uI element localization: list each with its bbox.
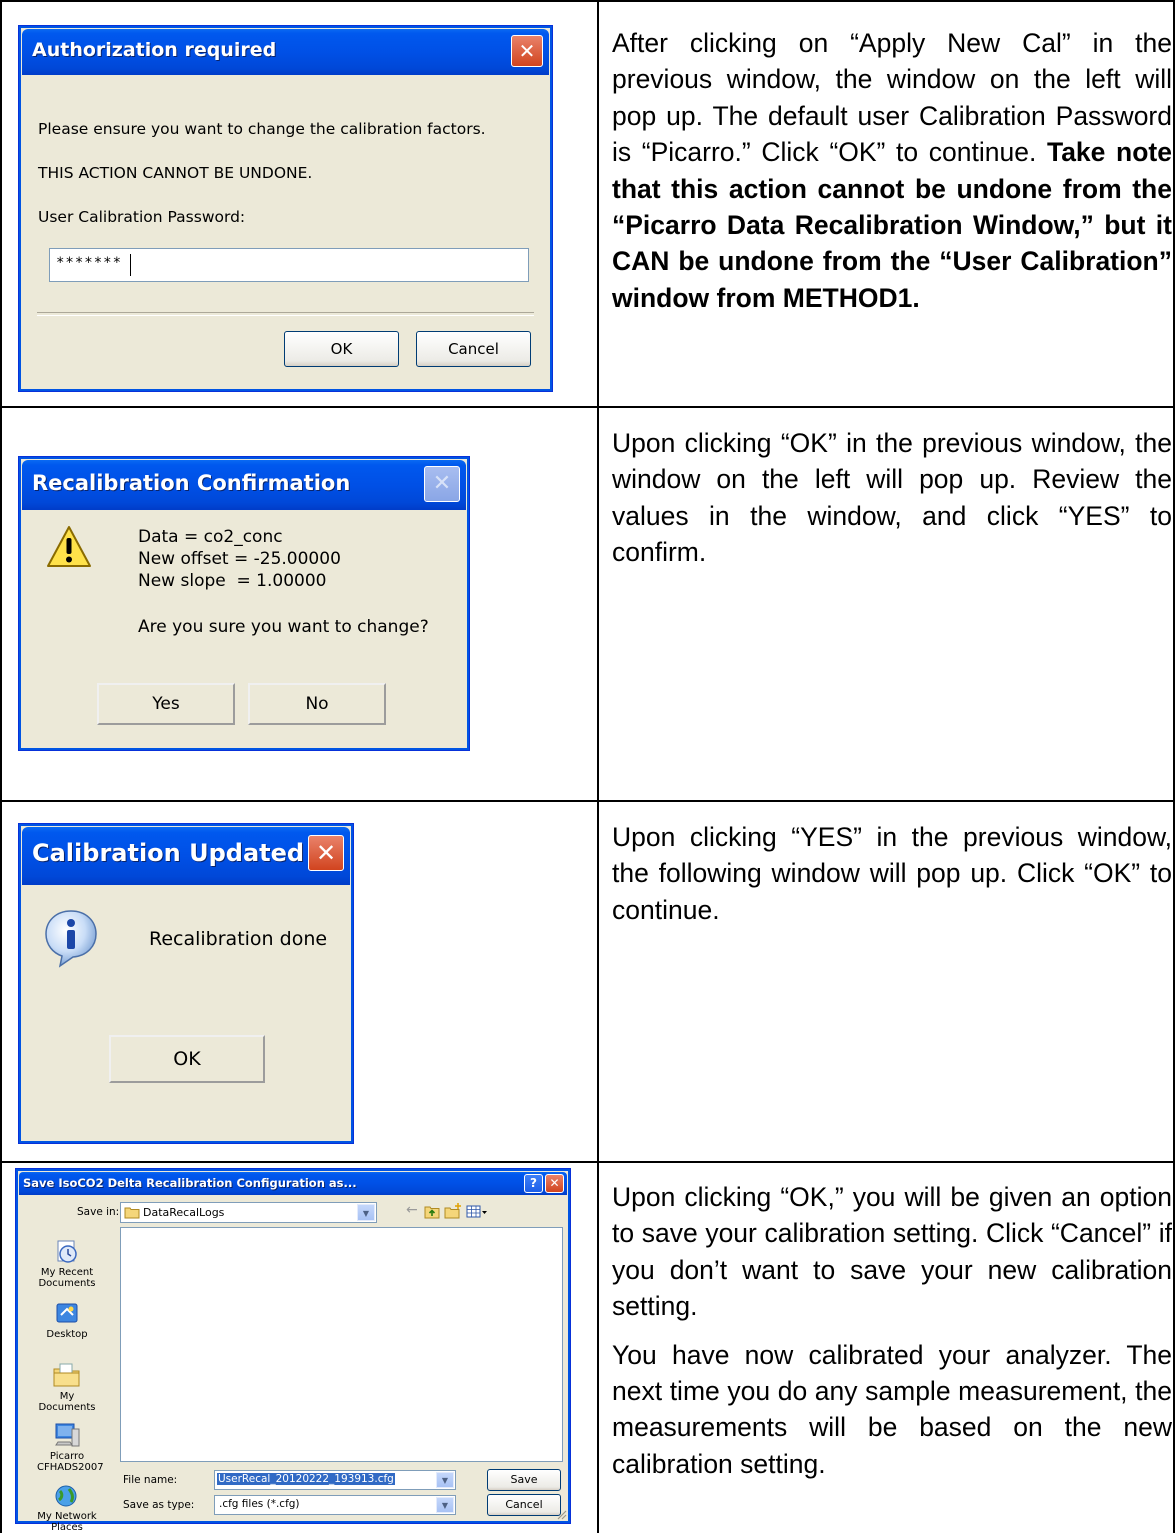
places-label: Desktop [46,1329,88,1340]
row3-text: Upon clicking “YES” in the previous wind… [612,822,1172,925]
yes-button[interactable]: Yes [97,683,235,725]
computer-icon [55,1423,80,1447]
row2-text: Upon clicking “OK” in the previous windo… [612,428,1172,568]
password-value: ******* [56,255,123,271]
updated-title-bar: Calibration Updated ✕ [22,827,350,885]
table-row-divider-2 [0,800,1175,802]
dialog-title: Recalibration Confirmation [32,471,351,495]
save-as-type-dropdown[interactable]: .cfg files (*.cfg) ▼ [214,1495,456,1515]
file-name-label: File name: [123,1474,178,1486]
places-item-desktop[interactable]: Desktop [37,1301,97,1340]
save-in-label: Save in: [77,1206,120,1218]
close-icon: ✕ [424,466,460,502]
updated-message: Recalibration done [149,928,328,950]
authorization-warning: THIS ACTION CANNOT BE UNDONE. [38,164,313,182]
places-item-my-documents[interactable]: My Documents [37,1361,97,1413]
dialog-title: Authorization required [32,39,277,61]
row4-paragraph-2: You have now calibrated your analyzer. T… [612,1339,1172,1479]
save-title-bar: Save IsoCO2 Delta Recalibration Configur… [19,1172,567,1195]
info-icon [45,910,97,968]
chevron-down-icon[interactable]: ▼ [436,1472,454,1488]
save-in-dropdown[interactable]: DataRecalLogs ▼ [120,1202,377,1223]
places-bar: My Recent Documents Desktop My Documents [20,1227,114,1533]
row2-description: Upon clicking “OK” in the previous windo… [612,425,1172,583]
resize-grip-icon[interactable] [555,1508,567,1520]
save-in-value: DataRecalLogs [143,1206,225,1219]
row3-description: Upon clicking “YES” in the previous wind… [612,819,1172,940]
network-places-icon [55,1485,77,1507]
file-list[interactable] [120,1227,563,1462]
back-arrow-icon[interactable]: ← [406,1202,418,1218]
password-label: User Calibration Password: [38,208,246,226]
places-label: My Documents [38,1391,96,1413]
authorization-message: Please ensure you want to change the cal… [38,120,486,138]
dialog-separator [37,312,534,316]
places-item-recent[interactable]: My Recent Documents [37,1237,97,1289]
authorization-title-bar: Authorization required ✕ [22,29,549,75]
close-icon[interactable]: ✕ [545,1174,564,1193]
row4-paragraph-1: Upon clicking “OK,” you will be given an… [612,1182,1172,1322]
dialog-title: Save IsoCO2 Delta Recalibration Configur… [23,1176,357,1190]
places-label: Picarro CFHADS2007 [37,1451,104,1473]
save-button[interactable]: Save [487,1469,561,1491]
desktop-icon [56,1303,78,1323]
chevron-down-icon[interactable]: ▼ [357,1204,375,1221]
password-field[interactable]: ******* [49,248,529,282]
table-border-left [0,0,2,1533]
row1-description: After clicking on “Apply New Cal” in the… [612,25,1172,328]
my-documents-icon [53,1363,80,1387]
places-label: My Network Places [37,1511,97,1533]
slope-line: New slope = 1.00000 [138,571,327,591]
text-cursor [130,254,131,276]
places-item-computer[interactable]: Picarro CFHADS2007 [37,1421,104,1473]
authorization-dialog: Authorization required ✕ Please ensure y… [18,25,553,392]
row4-description: Upon clicking “OK,” you will be given an… [612,1179,1172,1494]
calibration-updated-dialog: Calibration Updated ✕ Recalibration done… [18,823,354,1144]
chevron-down-icon[interactable]: ▼ [436,1497,454,1513]
recalibration-confirmation-dialog: Recalibration Confirmation ✕ Data = co2_… [18,456,470,751]
recent-documents-icon [57,1240,77,1263]
save-as-type-value: .cfg files (*.cfg) [219,1498,300,1510]
close-icon[interactable]: ✕ [308,835,344,871]
table-row-divider-3 [0,1161,1175,1163]
offset-line: New offset = -25.00000 [138,549,341,569]
table-border-middle [597,0,599,1533]
confirmation-title-bar: Recalibration Confirmation ✕ [22,460,466,510]
cancel-button[interactable]: Cancel [487,1494,561,1516]
save-configuration-dialog: Save IsoCO2 Delta Recalibration Configur… [15,1168,571,1533]
folder-icon [124,1207,140,1219]
file-name-field[interactable]: UserRecal_20120222_193913.cfg ▼ [214,1470,456,1490]
no-button[interactable]: No [248,683,386,725]
file-name-value: UserRecal_20120222_193913.cfg [217,1473,395,1485]
ok-button[interactable]: OK [284,331,399,367]
save-as-type-label: Save as type: [123,1499,195,1511]
cancel-button[interactable]: Cancel [416,331,531,367]
confirmation-question: Are you sure you want to change? [138,617,429,637]
view-menu-icon[interactable] [466,1205,488,1219]
dialog-title: Calibration Updated [32,839,305,867]
close-icon[interactable]: ✕ [511,35,543,67]
places-item-network[interactable]: My Network Places [37,1485,97,1533]
data-line: Data = co2_conc [138,527,283,547]
table-border-top [0,0,1175,2]
places-label: My Recent Documents [38,1267,96,1289]
ok-button[interactable]: OK [109,1035,265,1083]
help-icon[interactable]: ? [524,1174,543,1193]
table-row-divider-1 [0,406,1175,408]
new-folder-icon[interactable] [444,1203,462,1219]
up-folder-icon[interactable] [424,1205,440,1219]
warning-icon [47,526,91,567]
